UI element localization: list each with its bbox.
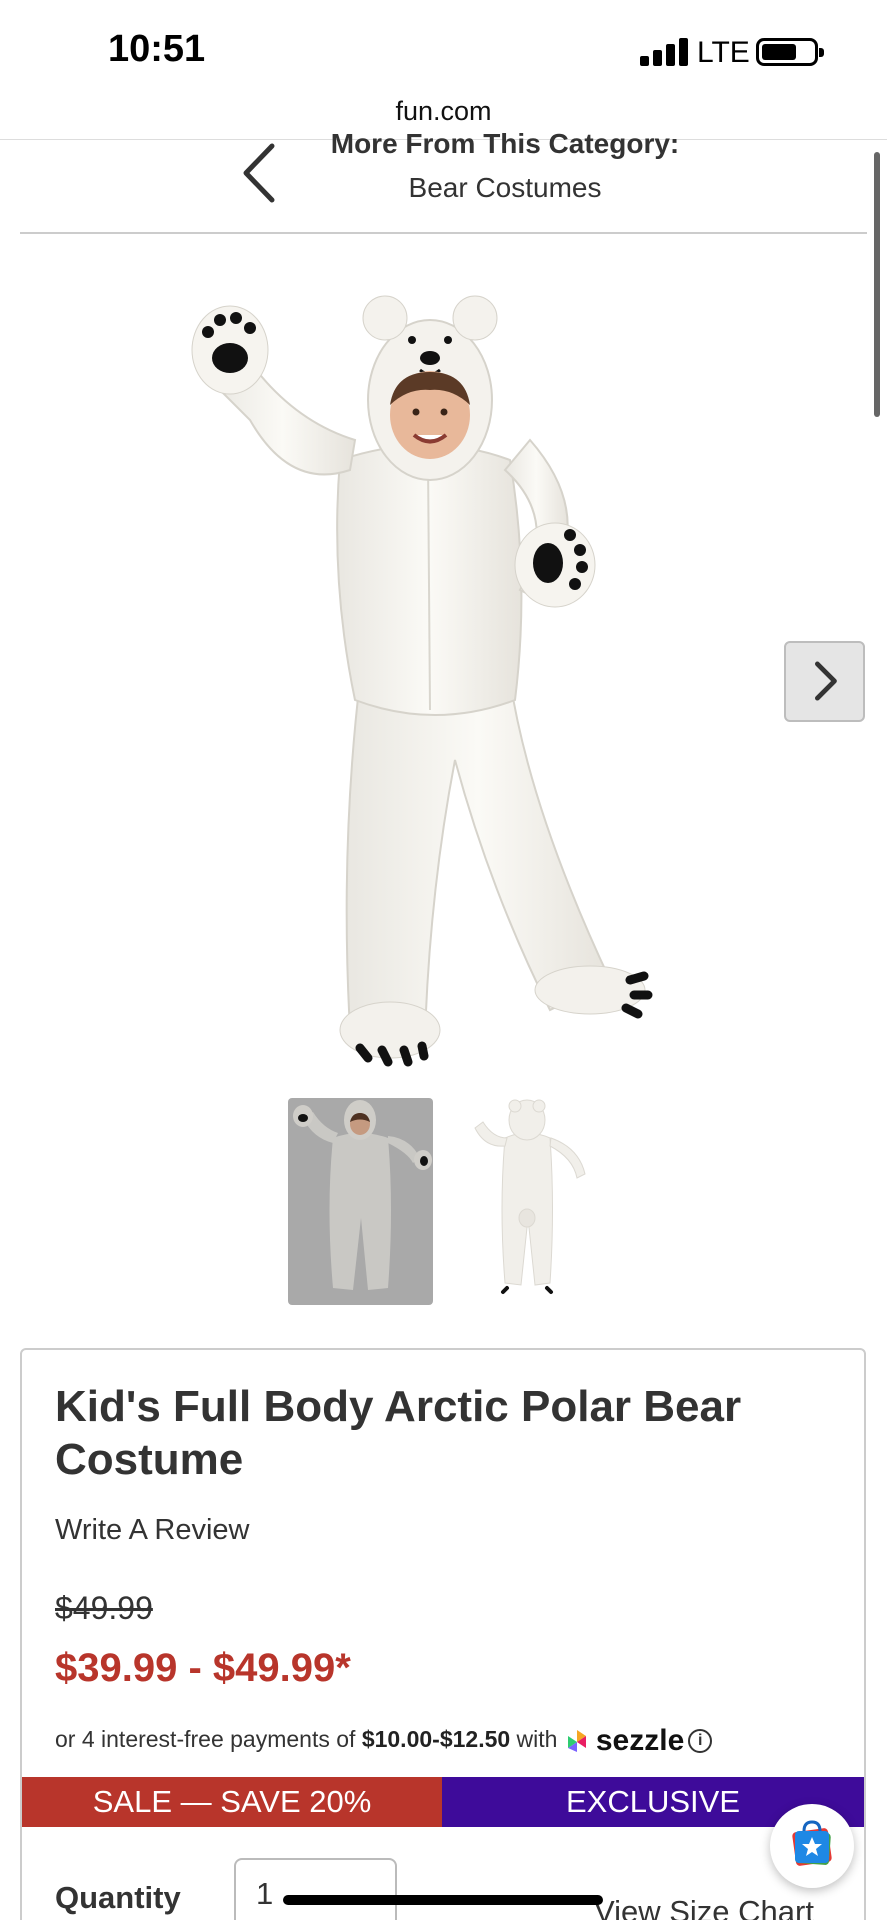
- url-text: fun.com: [395, 96, 492, 126]
- sezzle-brand: sezzle: [595, 1724, 685, 1757]
- category-heading: More From This Category:: [330, 128, 680, 159]
- thumbnail-back[interactable]: [455, 1098, 600, 1305]
- sale-price: $39.99 - $49.99*: [55, 1646, 351, 1690]
- installment-prefix: or 4 interest-free payments of: [55, 1726, 362, 1753]
- battery-icon: [756, 38, 824, 66]
- product-main-image[interactable]: [190, 290, 710, 1070]
- product-info-panel: Kid's Full Body Arctic Polar Bear Costum…: [20, 1348, 866, 1920]
- info-icon[interactable]: i: [688, 1729, 713, 1753]
- sale-banner: SALE — SAVE 20%: [22, 1777, 442, 1827]
- installment-offer: or 4 interest-free payments of $10.00-$1…: [55, 1724, 713, 1758]
- back-chevron-icon[interactable]: [232, 138, 292, 208]
- network-type: LTE: [697, 36, 750, 69]
- original-price: $49.99: [55, 1590, 153, 1626]
- installment-suffix: with: [510, 1726, 558, 1753]
- sezzle-logo-icon: [564, 1728, 590, 1754]
- category-nav: More From This Category: Bear Costumes: [20, 128, 867, 234]
- thumbnail-front[interactable]: [288, 1098, 433, 1305]
- status-time: 10:51: [108, 28, 206, 70]
- quantity-label: Quantity: [55, 1880, 181, 1915]
- home-indicator[interactable]: [283, 1895, 603, 1905]
- shopping-bag-star-button[interactable]: [770, 1804, 854, 1888]
- scrollbar[interactable]: [874, 152, 880, 417]
- status-bar: 10:51 LTE: [0, 0, 887, 100]
- signal-icon: [640, 38, 688, 66]
- view-size-chart-link[interactable]: View Size Chart: [594, 1894, 814, 1920]
- category-link[interactable]: Bear Costumes: [310, 172, 700, 204]
- product-title: Kid's Full Body Arctic Polar Bear Costum…: [55, 1382, 742, 1484]
- write-review-link[interactable]: Write A Review: [55, 1514, 249, 1547]
- installment-amount: $10.00-$12.50: [361, 1726, 511, 1753]
- next-image-button[interactable]: [784, 641, 865, 722]
- quantity-input[interactable]: 1: [234, 1858, 397, 1920]
